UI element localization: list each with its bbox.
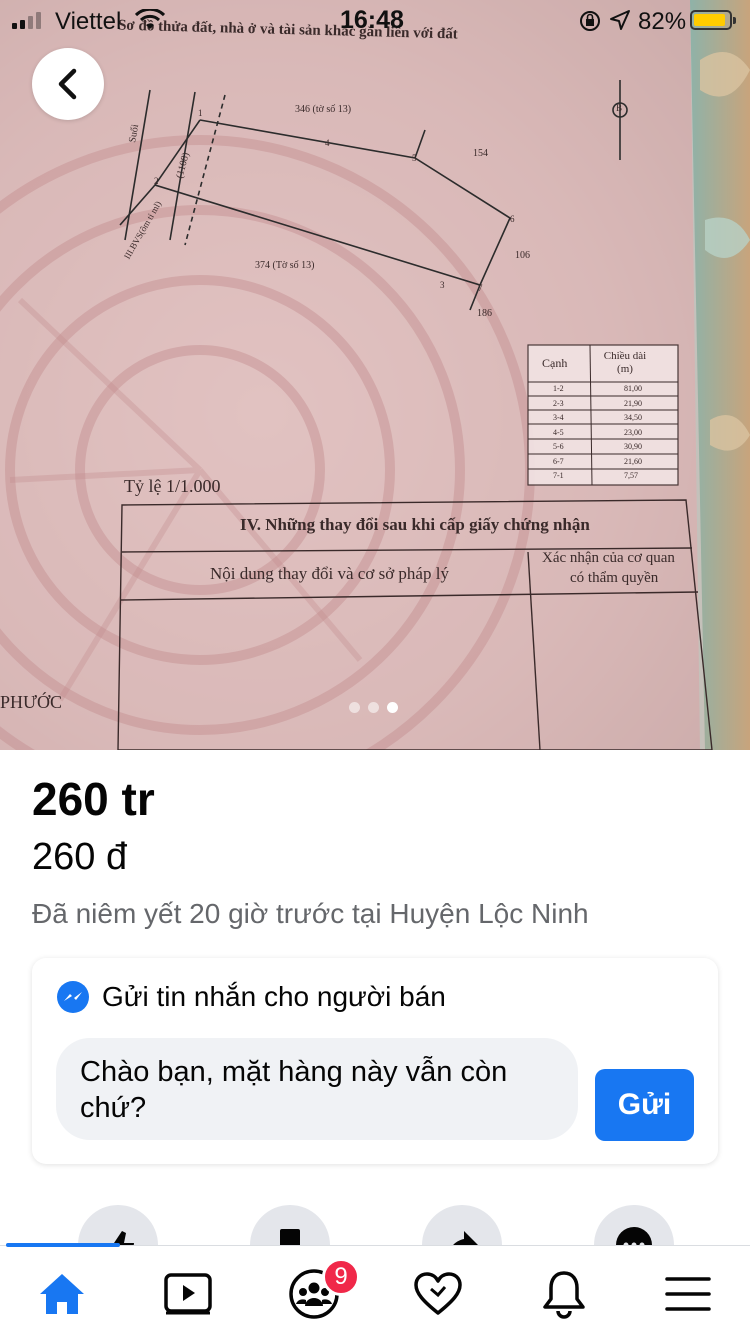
north-label: B <box>616 103 623 113</box>
column-left-header: Nội dung thay đổi và cơ sở pháp lý <box>210 564 449 583</box>
table-row: 2-3 21,90 <box>528 397 678 412</box>
status-time: 16:48 <box>340 6 404 34</box>
listing-photo[interactable]: Sơ đồ thửa đất, nhà ở và tài sản khác gắ… <box>0 0 750 750</box>
message-card-header: Gửi tin nhắn cho người bán <box>56 980 446 1014</box>
more-button[interactable] <box>594 1205 674 1246</box>
bottom-tab-bar: 9 <box>0 1243 750 1334</box>
message-card-title: Gửi tin nhắn cho người bán <box>102 981 446 1012</box>
active-tab-indicator <box>6 1243 120 1247</box>
hamburger-menu-icon <box>665 1277 711 1311</box>
message-input[interactable]: Chào bạn, mặt hàng này vẫn còn chứ? <box>56 1038 578 1140</box>
table-row: 6-7 21,60 <box>528 455 678 470</box>
signal-icon <box>12 12 41 29</box>
table-cell-edge: 5-6 <box>553 442 564 451</box>
bell-icon <box>543 1271 585 1319</box>
vertex-3: 3 <box>440 280 445 290</box>
carousel-dot-active[interactable] <box>387 702 398 713</box>
table-cell-length: 81,00 <box>624 384 642 393</box>
map-label-346: 346 (tờ số 13) <box>295 104 352 115</box>
tab-dating[interactable] <box>408 1266 468 1322</box>
bookmark-icon <box>280 1229 300 1246</box>
carrier-name: Viettel <box>55 8 122 35</box>
more-icon <box>616 1227 652 1246</box>
share-icon <box>452 1231 478 1246</box>
table-cell-length: 21,90 <box>624 398 642 408</box>
status-bar: Viettel 16:48 82% <box>0 0 750 40</box>
vertex-2: 2 <box>154 176 159 186</box>
scale-label: Tỷ lệ 1/1.000 <box>124 476 221 496</box>
vertex-4: 4 <box>325 138 330 148</box>
chevron-left-icon <box>58 68 77 100</box>
groups-notification-badge: 9 <box>322 1258 360 1296</box>
table-row: 7-1 7,57 <box>528 469 678 484</box>
vertex-6: 6 <box>510 214 515 224</box>
table-cell-length: 7,57 <box>624 471 638 480</box>
listing-price: 260 tr <box>32 773 155 825</box>
table-header-length: Chiều dài (m) <box>603 350 647 375</box>
tab-notifications[interactable] <box>534 1266 594 1322</box>
battery-percent: 82% <box>638 8 687 35</box>
vertex-5: 5 <box>412 153 417 163</box>
carousel-dot[interactable] <box>368 702 379 713</box>
location-arrow-icon <box>610 10 630 30</box>
back-button[interactable] <box>32 48 104 120</box>
column-right-header-1: Xác nhận của cơ quan <box>542 550 675 566</box>
listing-price-secondary: 260 đ <box>32 836 128 878</box>
table-cell-length: 21,60 <box>624 456 642 466</box>
action-buttons-row <box>0 1200 750 1246</box>
length-table-rows: 1-2 81,00 2-3 21,90 3-4 34,50 4-5 23,00 … <box>528 382 678 484</box>
table-cell-edge: 7-1 <box>553 471 564 480</box>
messenger-icon <box>57 981 89 1013</box>
table-cell-length: 23,00 <box>624 427 642 437</box>
send-button[interactable]: Gửi <box>595 1069 694 1141</box>
table-cell-length: 30,90 <box>624 442 642 451</box>
table-row: 4-5 23,00 <box>528 426 678 441</box>
listing-meta: Đã niêm yết 20 giờ trước tại Huyện Lộc N… <box>32 898 589 929</box>
table-cell-edge: 2-3 <box>553 398 564 408</box>
tab-watch[interactable] <box>158 1266 218 1322</box>
video-play-icon <box>164 1273 212 1315</box>
like-button[interactable] <box>78 1205 158 1246</box>
map-label-374: 374 (Tờ số 13) <box>255 260 315 271</box>
save-button[interactable] <box>250 1205 330 1246</box>
table-cell-edge: 4-5 <box>553 427 564 437</box>
table-cell-edge: 6-7 <box>553 456 564 466</box>
battery-icon <box>690 10 736 30</box>
table-cell-edge: 3-4 <box>553 413 564 422</box>
table-header-canh: Cạnh <box>542 356 568 370</box>
heart-icon <box>414 1272 462 1315</box>
carousel-dot[interactable] <box>349 702 360 713</box>
column-right-header-2: có thẩm quyền <box>570 570 659 586</box>
wifi-icon <box>135 9 165 29</box>
vertex-7: 7 <box>478 283 483 293</box>
map-label-106: 106 <box>515 250 530 261</box>
table-cell-length: 34,50 <box>624 413 642 422</box>
marketplace-listing-screen: Sơ đồ thửa đất, nhà ở và tài sản khác gắ… <box>0 0 750 1334</box>
map-label-154: 154 <box>473 148 488 159</box>
table-row: 5-6 30,90 <box>528 440 678 455</box>
table-row: 1-2 81,00 <box>528 382 678 397</box>
rotation-lock-icon <box>580 11 600 31</box>
table-row: 3-4 34,50 <box>528 411 678 426</box>
carousel-indicator <box>349 702 398 713</box>
message-seller-card: Gửi tin nhắn cho người bán Chào bạn, mặt… <box>32 958 718 1164</box>
tab-home[interactable] <box>32 1266 92 1322</box>
tab-menu[interactable] <box>658 1266 718 1322</box>
vertex-1: 1 <box>198 108 203 118</box>
bottom-left-text: PHƯỚC <box>0 692 62 712</box>
share-button[interactable] <box>422 1205 502 1246</box>
table-cell-edge: 1-2 <box>553 384 564 393</box>
home-icon <box>40 1274 84 1314</box>
section-title: IV. Những thay đổi sau khi cấp giấy chứn… <box>240 515 590 534</box>
map-label-186: 186 <box>477 308 492 319</box>
